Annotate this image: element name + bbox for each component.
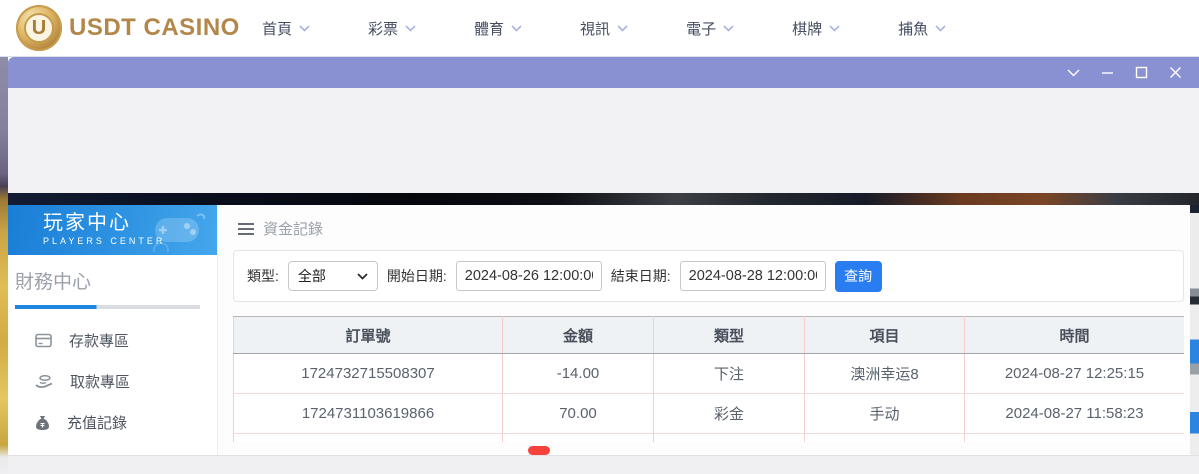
nav-item-label: 彩票 — [368, 20, 399, 38]
section-underline — [15, 305, 200, 309]
background-sliver — [0, 57, 8, 474]
table-row: 1724731103619866 70.00 彩金 手动 2024-08-27 … — [233, 393, 1184, 434]
logo-text: USDT CASINO — [69, 14, 240, 41]
close-button[interactable] — [1167, 65, 1183, 81]
chevron-down-icon — [935, 24, 946, 32]
sidebar-item-label: 存款專區 — [69, 333, 130, 350]
col-type: 類型 — [653, 316, 805, 354]
sidebar-item-recharge-records[interactable]: 充值記錄 — [8, 402, 217, 443]
sidebar-item-withdraw[interactable]: 取款專區 — [8, 361, 217, 402]
nav-item-live[interactable]: 視訊 — [580, 18, 628, 39]
hamburger-menu-icon[interactable] — [238, 222, 254, 235]
records-table: 訂單號 金額 類型 項目 時間 1724732715508307 -14.00 … — [233, 316, 1184, 442]
end-date-input[interactable] — [679, 261, 826, 291]
table-row-partial — [233, 433, 1184, 442]
nav-item-label: 首頁 — [262, 20, 293, 38]
minimize-icon — [1101, 72, 1113, 74]
table-header-row: 訂單號 金額 類型 項目 時間 — [233, 316, 1184, 354]
nav-item-slots[interactable]: 電子 — [686, 18, 734, 39]
sidebar-item-label: 充值記錄 — [67, 415, 128, 432]
nav-item-home[interactable]: 首頁 — [262, 18, 310, 39]
cell-time: 2024-08-27 12:25:15 — [964, 353, 1184, 394]
nav-item-label: 體育 — [474, 20, 505, 38]
cell-time: 2024-08-27 11:58:23 — [964, 393, 1184, 434]
nav-item-label: 電子 — [686, 20, 717, 38]
sidebar-header: 玩家中心 PLAYERS CENTER — [8, 205, 217, 255]
sidebar-item-label: 取款專區 — [70, 374, 131, 391]
coin-letter: U — [24, 13, 54, 43]
scrollbar-sliver[interactable] — [1190, 205, 1199, 474]
window-titlebar[interactable] — [8, 57, 1199, 88]
maximize-button[interactable] — [1133, 65, 1149, 81]
chevron-down-icon — [617, 24, 628, 32]
filter-bar: 類型: 全部 開始日期: 結束日期: 查詢 — [233, 250, 1184, 302]
chevron-down-icon — [357, 272, 368, 280]
sidebar-menu: 存款專區 取款專區 充值記錄 提現記錄 — [8, 320, 217, 474]
chevron-down-icon — [511, 24, 522, 32]
maximize-icon — [1135, 66, 1147, 79]
type-select-value: 全部 — [297, 268, 326, 284]
cell-order-no: 1724731103619866 — [233, 393, 503, 434]
sidebar-item-deposit[interactable]: 存款專區 — [8, 320, 217, 361]
chevron-down-icon — [299, 24, 310, 32]
money-bag-icon — [36, 415, 49, 430]
col-amount: 金額 — [502, 316, 654, 354]
app-area: 玩家中心 PLAYERS CENTER 財務中心 存款專區 取款專區 充值記錄 … — [8, 205, 1199, 474]
breadcrumb: 資金記錄 — [218, 205, 1190, 238]
nav-item-label: 視訊 — [580, 20, 611, 38]
cell-item: 手动 — [804, 393, 965, 434]
sidebar: 玩家中心 PLAYERS CENTER 財務中心 存款專區 取款專區 充值記錄 — [8, 205, 218, 474]
site-navbar: U USDT CASINO 首頁 彩票 體育 視訊 電子 棋牌 捕魚 — [0, 0, 1199, 57]
chevron-down-icon — [1067, 69, 1079, 76]
col-order-no: 訂單號 — [233, 316, 503, 354]
close-icon — [1169, 67, 1181, 78]
cell-amount: 70.00 — [502, 393, 654, 434]
cell-type: 彩金 — [653, 393, 805, 434]
start-date-input[interactable] — [455, 261, 602, 291]
player-center-window: 玩家中心 PLAYERS CENTER 財務中心 存款專區 取款專區 充值記錄 … — [8, 57, 1199, 474]
chevron-down-icon — [723, 24, 734, 32]
chevron-down-icon — [405, 24, 416, 32]
nav-item-lottery[interactable]: 彩票 — [368, 18, 416, 39]
nav-item-sports[interactable]: 體育 — [474, 18, 522, 39]
cell-type: 下注 — [653, 353, 805, 394]
col-time: 時間 — [964, 316, 1184, 354]
window-collapse-button[interactable] — [1065, 65, 1081, 81]
type-label: 類型: — [247, 268, 279, 284]
records-table-wrap: 訂單號 金額 類型 項目 時間 1724732715508307 -14.00 … — [233, 316, 1184, 442]
col-item: 項目 — [804, 316, 965, 354]
gamepad-icon — [153, 213, 206, 252]
start-date-label: 開始日期: — [386, 268, 447, 284]
cell-amount: -14.00 — [502, 353, 654, 394]
nav-item-fishing[interactable]: 捕魚 — [898, 18, 946, 39]
nav-item-label: 捕魚 — [898, 20, 929, 38]
red-highlight-marker — [528, 446, 550, 455]
window-empty-body — [8, 88, 1199, 193]
cell-item: 澳洲幸运8 — [804, 353, 965, 394]
nav-item-label: 棋牌 — [792, 20, 823, 38]
chevron-down-icon — [829, 24, 840, 32]
end-date-label: 結束日期: — [610, 268, 671, 284]
cell-order-no: 1724732715508307 — [233, 353, 503, 394]
nav-menu: 首頁 彩票 體育 視訊 電子 棋牌 捕魚 — [262, 0, 946, 56]
banner-strip — [8, 193, 1199, 205]
table-row: 1724732715508307 -14.00 下注 澳洲幸运8 2024-08… — [233, 353, 1184, 394]
nav-item-cards[interactable]: 棋牌 — [792, 18, 840, 39]
window-footer-strip — [8, 455, 1199, 474]
page-title: 資金記錄 — [263, 221, 324, 238]
logo[interactable]: U USDT CASINO — [16, 5, 240, 51]
type-select[interactable]: 全部 — [287, 261, 378, 291]
content-panel: 資金記錄 類型: 全部 開始日期: 結束日期: 查詢 — [218, 205, 1190, 474]
coin-logo-icon: U — [16, 5, 62, 51]
deposit-card-icon — [35, 333, 52, 348]
search-button[interactable]: 查詢 — [834, 260, 882, 292]
withdraw-hand-icon — [35, 375, 53, 389]
sidebar-section-finance[interactable]: 財務中心 — [15, 267, 217, 294]
minimize-button[interactable] — [1099, 65, 1115, 81]
